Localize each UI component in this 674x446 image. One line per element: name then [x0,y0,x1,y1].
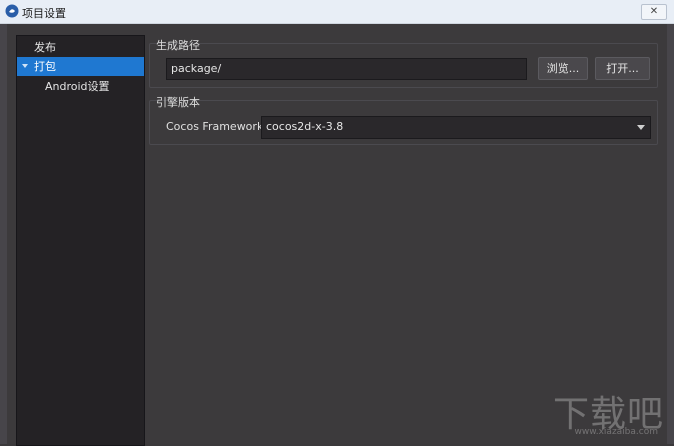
chevron-down-icon[interactable] [637,125,645,130]
output-path-title: 生成路径 [156,39,200,52]
framework-select[interactable]: cocos2d-x-3.8 [261,116,651,139]
tree-item-label: 打包 [34,60,56,73]
settings-tree: 发布 打包 Android设置 [16,35,145,446]
tree-item-publish[interactable]: 发布 [17,38,144,57]
browse-button[interactable]: 浏览... [538,57,588,80]
engine-version-title: 引擎版本 [156,96,200,109]
title-bar: 项目设置 ✕ [0,0,674,24]
framework-label: Cocos Framework [166,120,264,133]
cocos-app-icon [5,4,19,18]
window-left-edge [0,24,7,444]
window-right-edge [667,24,674,444]
triangle-down-icon[interactable] [22,64,28,68]
window-title: 项目设置 [22,7,66,20]
tree-item-label: Android设置 [45,80,110,93]
framework-select-value: cocos2d-x-3.8 [266,120,344,133]
tree-item-label: 发布 [34,41,56,54]
close-button[interactable]: ✕ [641,4,667,20]
close-icon: ✕ [649,6,659,17]
tree-item-package[interactable]: 打包 [17,57,144,76]
output-path-field[interactable]: package/ [166,58,527,80]
open-button[interactable]: 打开... [595,57,650,80]
tree-item-android-settings[interactable]: Android设置 [17,77,144,96]
